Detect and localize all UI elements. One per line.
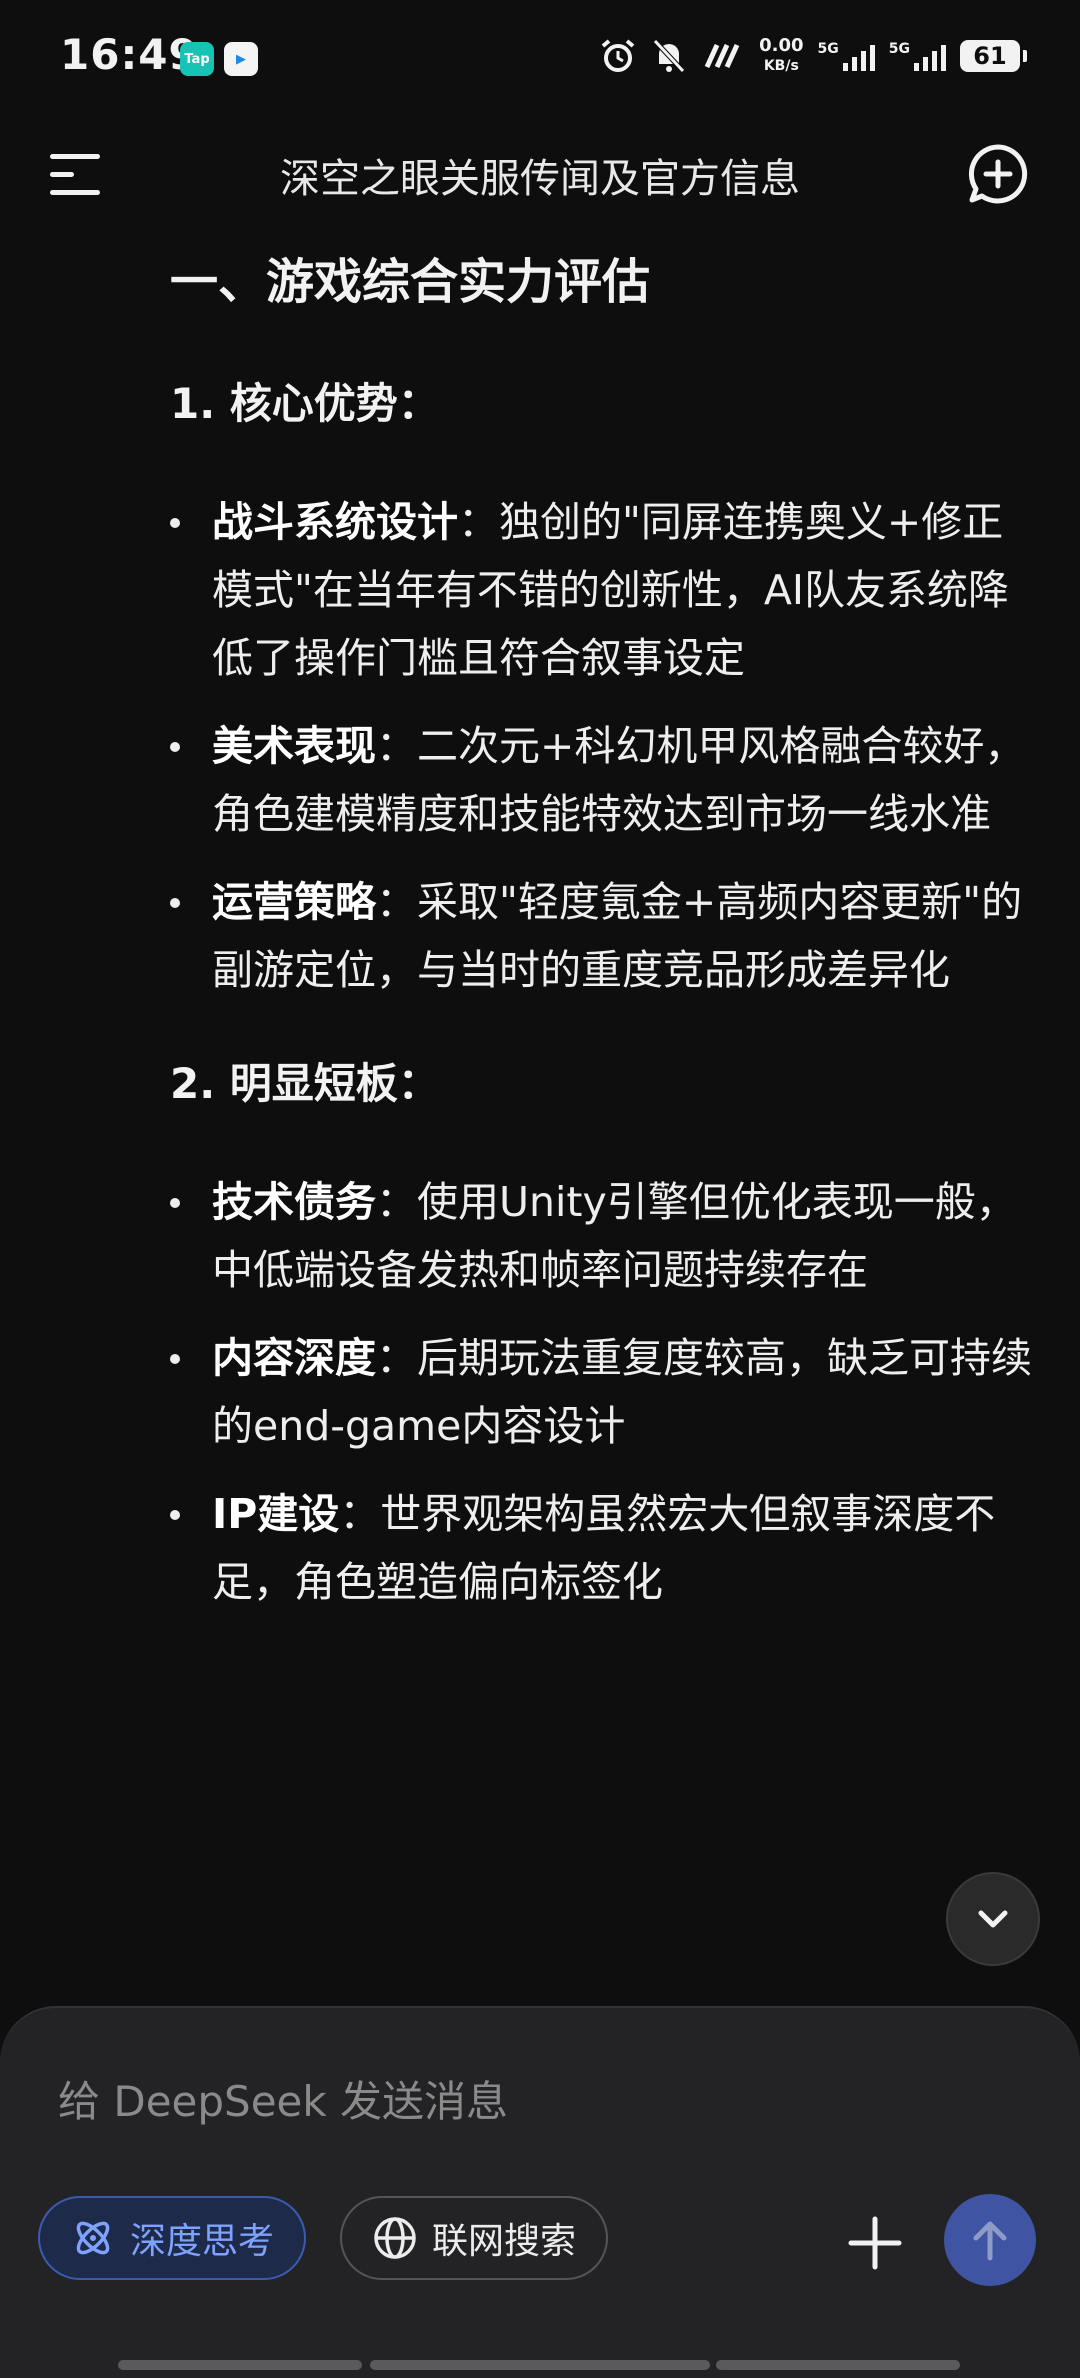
list-item: 内容深度：后期玩法重复度较高，缺乏可持续的end-game内容设计 [170,1324,1040,1460]
list-item: IP建设：世界观架构虽然宏大但叙事深度不足，角色塑造偏向标签化 [170,1480,1040,1616]
plus-icon[interactable] [845,2213,905,2273]
video-app-icon: ▶ [224,42,258,76]
list-item: 技术债务：使用Unity引擎但优化表现一般，中低端设备发热和帧率问题持续存在 [170,1168,1040,1304]
send-button[interactable] [944,2194,1036,2286]
deep-think-label: 深度思考 [130,2221,275,2262]
arrow-up-icon [973,2221,1007,2261]
list-item: 战斗系统设计：独创的"同屏连携奥义+修正模式"在当年有不错的创新性，AI队友系统… [170,488,1040,692]
list-item: 运营策略：采取"轻度氪金+高频内容更新"的副游定位，与当时的重度竞品形成差异化 [170,868,1040,1004]
battery-icon: 61 [960,40,1027,72]
status-time: 16:49 [60,30,199,79]
signal-sim2: 5G [889,41,946,71]
home-indicator[interactable] [716,2360,960,2370]
home-indicator[interactable] [370,2360,710,2370]
message-composer: 给 DeepSeek 发送消息 深度思考 联网搜索 [0,2006,1080,2378]
list-item: 美术表现：二次元+科幻机甲风格融合较好，角色建模精度和技能特效达到市场一线水准 [170,712,1040,848]
signal-icon [842,41,875,71]
home-indicator[interactable] [118,2360,362,2370]
mute-icon [653,39,685,73]
page-title: 深空之眼关服传闻及官方信息 [280,156,800,202]
atom-icon [76,2221,110,2255]
signal-icon [914,41,946,71]
message-content: 一、游戏综合实力评估 1. 核心优势： 战斗系统设计：独创的"同屏连携奥义+修正… [170,250,1040,1668]
web-search-label: 联网搜索 [432,2221,577,2262]
message-input[interactable]: 给 DeepSeek 发送消息 [58,2068,508,2129]
section-title: 一、游戏综合实力评估 [170,254,651,310]
status-indicators: 0.00 KB/s 5G 5G 61 [599,35,1027,76]
status-bar: 16:49 Tap ▶ 0.00 KB/s 5G 5G 61 [0,0,1080,120]
web-search-toggle[interactable]: 联网搜索 [340,2196,609,2280]
tap-app-icon: Tap [180,42,214,76]
signal-sim1: 5G [818,41,875,71]
network-speed: 0.00 KB/s [759,35,804,75]
chevron-down-icon [978,1910,1008,1928]
bullet-list: 技术债务：使用Unity引擎但优化表现一般，中低端设备发热和帧率问题持续存在 内… [170,1168,1040,1616]
subsection-title: 2. 明显短板： [170,1059,440,1108]
menu-icon[interactable] [50,150,106,198]
scroll-to-bottom-button[interactable] [946,1872,1040,1966]
alarm-icon [601,39,635,72]
hd-network-icon [704,43,740,69]
deep-think-toggle[interactable]: 深度思考 [38,2196,307,2280]
chat-header: 深空之眼关服传闻及官方信息 [0,130,1080,220]
bullet-list: 战斗系统设计：独创的"同屏连携奥义+修正模式"在当年有不错的创新性，AI队友系统… [170,488,1040,1004]
new-chat-icon[interactable] [966,142,1030,206]
subsection-title: 1. 核心优势： [170,379,440,428]
globe-icon [374,2217,416,2259]
